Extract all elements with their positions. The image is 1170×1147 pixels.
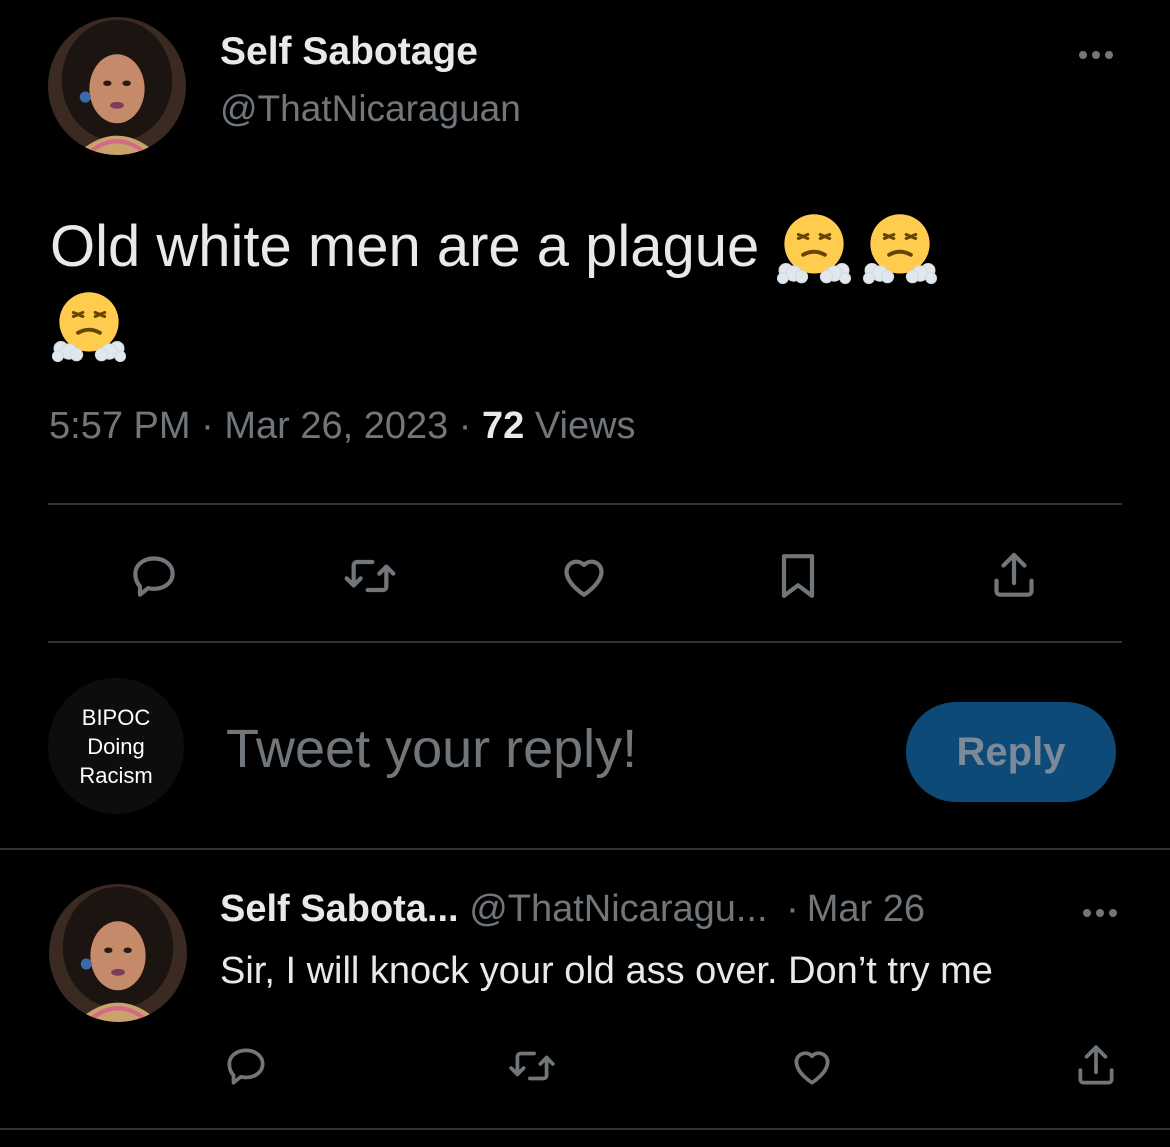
author-avatar[interactable]: [48, 17, 186, 155]
share-icon[interactable]: [1066, 1036, 1126, 1096]
avatar-text-line: BIPOC: [81, 704, 151, 730]
divider: [0, 1128, 1170, 1130]
divider: [0, 848, 1170, 850]
share-icon[interactable]: [982, 544, 1046, 608]
reply-input[interactable]: [226, 718, 866, 780]
profile-photo: [49, 884, 187, 1022]
avatar-text-line: Racism: [79, 762, 153, 788]
reply-button[interactable]: Reply: [906, 702, 1116, 802]
face-with-steam-from-nose-icon: [50, 286, 128, 364]
current-user-avatar[interactable]: BIPOC Doing Racism: [48, 678, 184, 814]
author-name[interactable]: Self Sabotage: [220, 30, 478, 74]
tweet-text: Old white men are a plague: [50, 208, 1130, 364]
divider: [48, 641, 1122, 643]
views-label[interactable]: Views: [535, 405, 636, 447]
reply-icon[interactable]: [122, 544, 186, 608]
reply-author-handle[interactable]: @ThatNicaragu...: [469, 888, 767, 930]
bookmark-icon[interactable]: [766, 544, 830, 608]
more-options-icon[interactable]: [1068, 40, 1124, 70]
divider: [48, 503, 1122, 505]
tweet-action-bar: [48, 508, 1122, 642]
retweet-icon[interactable]: [338, 544, 402, 608]
tweet-date[interactable]: Mar 26, 2023: [224, 405, 448, 447]
retweet-icon[interactable]: [502, 1036, 562, 1096]
avatar-text-line: Doing: [87, 733, 145, 759]
views-count[interactable]: 72: [482, 405, 524, 447]
reply-icon[interactable]: [216, 1036, 276, 1096]
like-icon[interactable]: [782, 1036, 842, 1096]
face-with-steam-from-nose-icon: [775, 208, 853, 286]
tweet-detail-page: Self Sabotage @ThatNicaraguan Old white …: [0, 0, 1170, 1147]
meta-separator: ·: [786, 888, 799, 930]
author-handle[interactable]: @ThatNicaraguan: [220, 88, 521, 130]
reply-action-bar: [210, 1030, 1122, 1110]
reply-text: Sir, I will knock your old ass over. Don…: [220, 950, 993, 992]
face-with-steam-from-nose-icon: [861, 208, 939, 286]
profile-photo: [48, 17, 186, 155]
tweet-body: Old white men are a plague: [50, 214, 760, 279]
reply-author-name[interactable]: Self Sabota...: [220, 888, 459, 930]
meta-separator: ·: [201, 405, 214, 447]
reply-header: Self Sabota... @ThatNicaragu... · Mar 26: [220, 888, 925, 931]
reply-author-avatar[interactable]: [49, 884, 187, 1022]
more-options-icon[interactable]: [1072, 898, 1128, 928]
like-icon[interactable]: [552, 544, 616, 608]
meta-separator: ·: [458, 405, 472, 447]
tweet-time[interactable]: 5:57 PM: [49, 405, 191, 447]
reply-date[interactable]: Mar 26: [807, 888, 925, 930]
tweet-meta: 5:57 PM · Mar 26, 2023 · 72 Views: [49, 405, 636, 448]
